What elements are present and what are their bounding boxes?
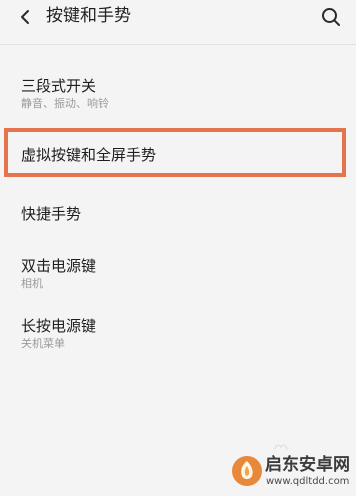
item-title: 长按电源键 xyxy=(21,317,97,335)
search-icon[interactable] xyxy=(320,6,342,28)
item-subtitle: 关机菜单 xyxy=(21,337,65,350)
faint-watermark-mark xyxy=(272,438,292,451)
settings-item-quick-gestures[interactable]: 快捷手势 xyxy=(0,200,356,230)
watermark-name: 启东安卓网 xyxy=(265,455,350,475)
item-title: 快捷手势 xyxy=(21,205,82,223)
app-header: 按键和手势 xyxy=(0,0,356,34)
header-divider xyxy=(0,44,356,45)
site-watermark: 启东安卓网 www.qdltdd.com xyxy=(230,452,352,492)
item-title: 三段式开关 xyxy=(21,77,97,95)
highlight-box xyxy=(4,128,346,177)
settings-item-three-stage-switch[interactable]: 三段式开关 静音、振动、响铃 xyxy=(0,72,356,118)
watermark-logo-icon xyxy=(230,454,264,488)
settings-item-double-press-power[interactable]: 双击电源键 相机 xyxy=(0,252,356,298)
item-subtitle: 相机 xyxy=(21,277,43,290)
item-title: 双击电源键 xyxy=(21,257,97,275)
watermark-url: www.qdltdd.com xyxy=(266,476,350,487)
chevron-left-icon[interactable] xyxy=(14,6,36,28)
page-title: 按键和手势 xyxy=(46,6,131,26)
settings-item-long-press-power[interactable]: 长按电源键 关机菜单 xyxy=(0,312,356,358)
item-subtitle: 静音、振动、响铃 xyxy=(21,97,109,110)
